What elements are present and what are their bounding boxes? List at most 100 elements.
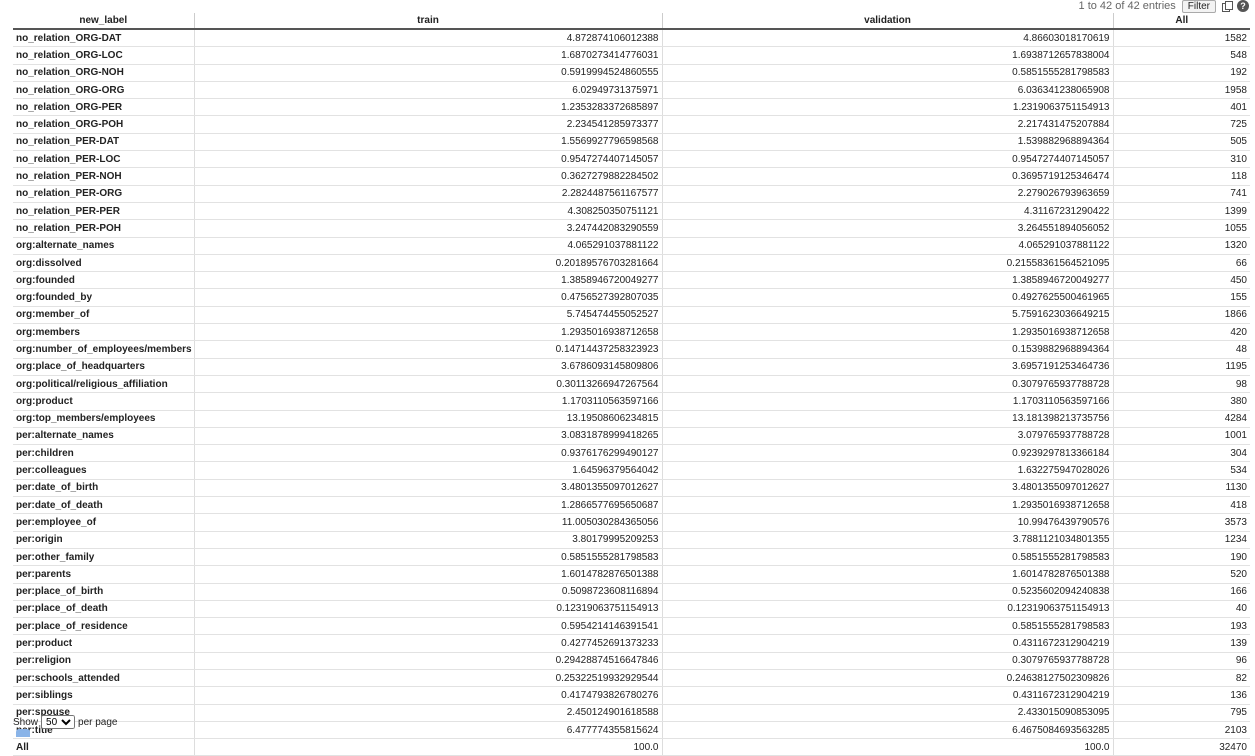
cell-validation: 3.264551894056052	[661, 219, 1113, 238]
cell-new-label: per:siblings	[13, 686, 194, 705]
filter-button[interactable]: Filter	[1181, 0, 1216, 13]
table-row: org:place_of_headquarters 3.6786093145809…	[13, 358, 1250, 376]
table-row: per:schools_attended 0.25322519932929544 0…	[13, 669, 1250, 688]
cell-validation: 0.5851555281798583	[661, 617, 1113, 636]
cell-train: 3.80179995209253	[193, 531, 662, 549]
cell-validation: 1.6014782876501388	[661, 565, 1113, 584]
cell-all: 96	[1112, 652, 1250, 670]
cell-total-all: 32470	[1112, 738, 1250, 756]
column-header-validation[interactable]: validation	[661, 13, 1113, 30]
cell-all: 40	[1112, 600, 1250, 619]
cell-validation: 0.12319063751154913	[661, 600, 1113, 619]
cell-validation: 6.4675084693563285	[661, 721, 1113, 740]
table-row: per:employee_of 11.005030284365056 10.9947…	[13, 513, 1250, 532]
cell-all: 1320	[1112, 237, 1250, 255]
cell-all: 155	[1112, 288, 1250, 307]
header-row: new_label train validation All	[13, 13, 1250, 30]
cell-train: 1.3858946720049277	[193, 271, 662, 290]
cell-validation: 1.1703110563597166	[661, 392, 1113, 411]
total-row: All 100.0 100.0 32470	[13, 738, 1250, 756]
cell-new-label: no_relation_PER-NOH	[13, 167, 194, 186]
cell-all: 401	[1112, 98, 1250, 117]
cell-validation: 0.4927625500461965	[661, 288, 1113, 307]
table-row: per:date_of_death 1.2866577695650687 1.293…	[13, 496, 1250, 515]
cell-validation: 0.5851555281798583	[661, 64, 1113, 82]
table-row: org:top_members/employees 13.195086062348…	[13, 410, 1250, 428]
cell-new-label: no_relation_PER-PER	[13, 202, 194, 221]
cell-all: 66	[1112, 254, 1250, 273]
cell-validation: 0.5235602094240838	[661, 583, 1113, 601]
cell-validation: 3.7881121034801355	[661, 531, 1113, 549]
cell-all: 1195	[1112, 358, 1250, 376]
cell-new-label: org:founded_by	[13, 288, 194, 307]
cell-train: 0.5919994524860555	[193, 64, 662, 82]
cell-all: 98	[1112, 375, 1250, 394]
cell-new-label: per:colleagues	[13, 461, 194, 480]
cell-train: 1.64596379564042	[193, 461, 662, 480]
table-row: per:title 6.477774355815624 6.467508469356…	[13, 721, 1250, 740]
cell-all: 2103	[1112, 721, 1250, 740]
show-label: Show	[13, 716, 39, 728]
cell-all: 304	[1112, 444, 1250, 463]
cell-new-label: no_relation_ORG-ORG	[13, 81, 194, 100]
data-table: new_label train validation All no_relati…	[13, 13, 1250, 756]
cell-new-label: per:origin	[13, 531, 194, 549]
cell-train: 2.234541285973377	[193, 115, 662, 134]
cell-all: 1001	[1112, 427, 1250, 446]
table-row: no_relation_ORG-LOC 1.6870273414776031 1.6…	[13, 46, 1250, 65]
cell-validation: 4.86603018170619	[661, 29, 1113, 48]
cell-new-label: per:parents	[13, 565, 194, 584]
cell-validation: 0.3695719125346474	[661, 167, 1113, 186]
cell-all: 1582	[1112, 29, 1250, 48]
cell-all: 118	[1112, 167, 1250, 186]
table-row: per:place_of_residence 0.5954214146391541…	[13, 617, 1250, 636]
cell-all: 795	[1112, 704, 1250, 722]
cell-validation: 0.9239297813366184	[661, 444, 1113, 463]
cell-train: 0.5851555281798583	[193, 548, 662, 567]
cell-train: 1.2353283372685897	[193, 98, 662, 117]
table-row: per:origin 3.80179995209253 3.788112103480…	[13, 531, 1250, 549]
cell-validation: 0.4311672312904219	[661, 634, 1113, 653]
cell-validation: 5.7591623036649215	[661, 306, 1113, 325]
cell-validation: 0.21558361564521095	[661, 254, 1113, 273]
cell-all: 136	[1112, 686, 1250, 705]
cell-validation: 0.3079765937788728	[661, 375, 1113, 394]
table-row: per:siblings 0.4174793826780276 0.43116723…	[13, 686, 1250, 705]
page-size-select[interactable]: 50	[41, 715, 76, 729]
cell-new-label: org:member_of	[13, 306, 194, 325]
cell-train: 5.745474455052527	[193, 306, 662, 325]
cell-train: 0.12319063751154913	[193, 600, 662, 619]
cell-all: 420	[1112, 323, 1250, 342]
cell-all: 1958	[1112, 81, 1250, 100]
cell-train: 1.1703110563597166	[193, 392, 662, 411]
cell-validation: 0.24638127502309826	[661, 669, 1113, 688]
cell-train: 4.308250350751121	[193, 202, 662, 221]
cell-train: 0.14714437258323923	[193, 340, 662, 359]
cell-train: 0.25322519932929544	[193, 669, 662, 688]
cell-train: 0.29428874516647846	[193, 652, 662, 670]
column-header-train[interactable]: train	[193, 13, 662, 30]
table-row: org:members 1.2935016938712658 1.293501693…	[13, 323, 1250, 342]
table-row: per:product 0.4277452691373233 0.431167231…	[13, 634, 1250, 653]
table-row: per:religion 0.29428874516647846 0.3079765…	[13, 652, 1250, 670]
column-header-new-label[interactable]: new_label	[13, 13, 194, 30]
help-icon[interactable]: ?	[1237, 0, 1249, 12]
cell-new-label: org:top_members/employees	[13, 410, 194, 428]
cell-train: 3.4801355097012627	[193, 479, 662, 498]
cell-validation: 2.217431475207884	[661, 115, 1113, 134]
cell-validation: 1.3858946720049277	[661, 271, 1113, 290]
table-row: per:children 0.9376176299490127 0.92392978…	[13, 444, 1250, 463]
cell-all: 1234	[1112, 531, 1250, 549]
table-row: org:political/religious_affiliation 0.301…	[13, 375, 1250, 394]
cell-new-label: per:place_of_residence	[13, 617, 194, 636]
cell-validation: 1.2935016938712658	[661, 323, 1113, 342]
copy-icon[interactable]	[1222, 1, 1233, 12]
cell-train: 6.477774355815624	[193, 721, 662, 740]
cell-all: 725	[1112, 115, 1250, 134]
table-row: org:founded_by 0.4756527392807035 0.492762…	[13, 288, 1250, 307]
cell-new-label: no_relation_PER-LOC	[13, 150, 194, 169]
column-header-all[interactable]: All	[1112, 13, 1250, 30]
cell-all: 450	[1112, 271, 1250, 290]
cell-validation: 4.065291037881122	[661, 237, 1113, 255]
scroll-indicator	[16, 729, 30, 737]
